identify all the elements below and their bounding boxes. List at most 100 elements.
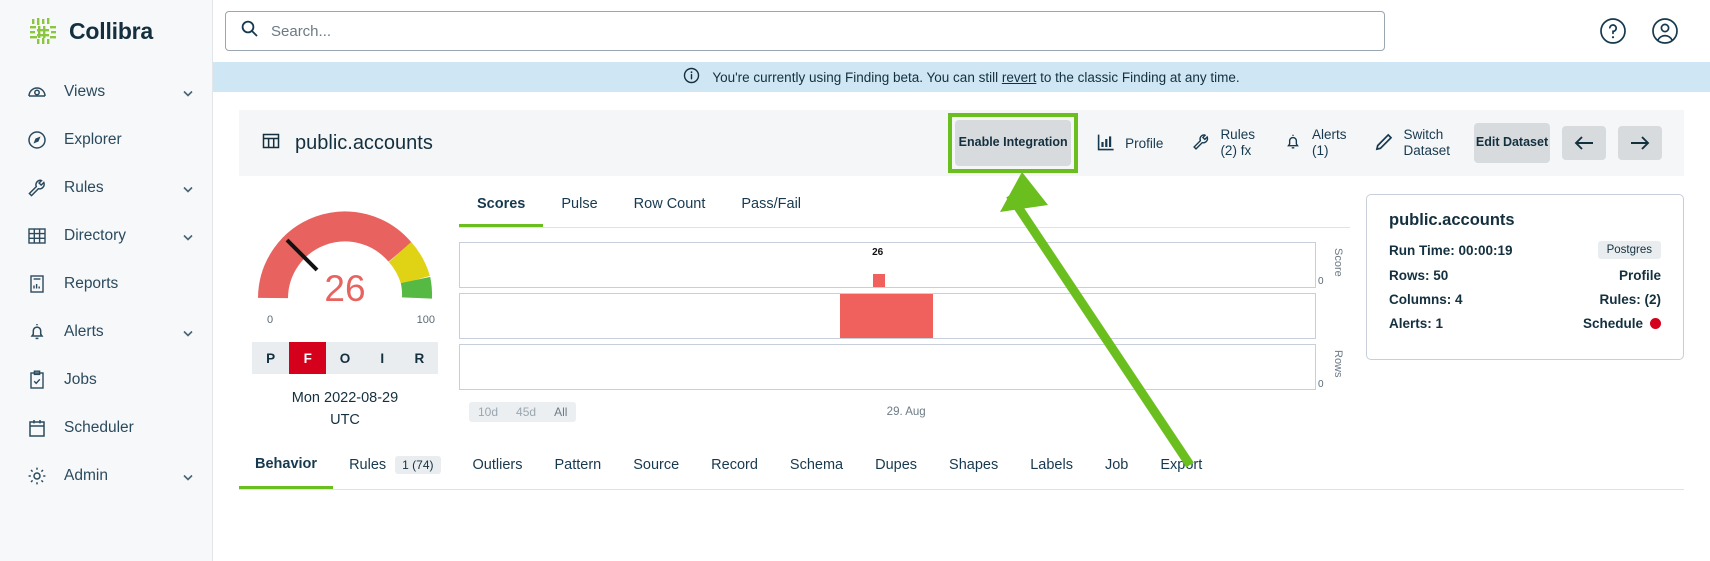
alerts-action[interactable]: Alerts (1) xyxy=(1269,120,1361,166)
info-row: Run Time: 00:00:19 Postgres xyxy=(1389,241,1661,259)
sidebar-item-label: Scheduler xyxy=(64,419,194,437)
gear-icon xyxy=(26,465,48,487)
rules-action[interactable]: Rules (2) fx xyxy=(1177,120,1269,166)
arrow-right-icon xyxy=(1629,134,1651,152)
enable-integration-highlight: Enable Integration xyxy=(948,113,1078,173)
sidebar-item-jobs[interactable]: Jobs xyxy=(0,356,212,404)
tab-behavior[interactable]: Behavior xyxy=(239,448,333,489)
score-gauge: 26 0 100 xyxy=(257,202,433,306)
chart-panel-middle[interactable] xyxy=(459,293,1316,339)
switch-dataset-text: Switch Dataset xyxy=(1403,127,1450,160)
tab-row-count[interactable]: Row Count xyxy=(616,188,724,227)
chart-panel-score[interactable]: 26 xyxy=(459,242,1316,288)
sidebar-item-scheduler[interactable]: Scheduler xyxy=(0,404,212,452)
grade-i[interactable]: I xyxy=(364,342,401,374)
tab-rules[interactable]: Rules1 (74) xyxy=(333,448,456,488)
banner-text-before: You're currently using Finding beta. You… xyxy=(712,70,1002,85)
dataset-actions: Enable Integration Profile xyxy=(948,113,1662,173)
sidebar-item-explorer[interactable]: Explorer xyxy=(0,116,212,164)
schedule-link[interactable]: Schedule xyxy=(1583,316,1661,331)
sidebar-nav: Views Explorer Rule xyxy=(0,62,212,500)
chart-axis-labels: 0 Score 0 Rows xyxy=(1316,242,1350,395)
range-all[interactable]: All xyxy=(545,402,576,422)
edit-dataset-button[interactable]: Edit Dataset xyxy=(1474,123,1550,163)
tab-shapes-label: Shapes xyxy=(949,457,998,473)
brand[interactable]: Collibra xyxy=(0,0,212,62)
sidebar-item-directory[interactable]: Directory xyxy=(0,212,212,260)
sidebar-item-rules[interactable]: Rules xyxy=(0,164,212,212)
sidebar: Collibra Views xyxy=(0,0,213,561)
grade-f[interactable]: F xyxy=(289,342,326,374)
calendar-icon xyxy=(26,417,48,439)
tab-pulse[interactable]: Pulse xyxy=(543,188,615,227)
tab-export-label: Export xyxy=(1160,457,1202,473)
nav-back-button[interactable] xyxy=(1562,126,1606,160)
alerts-value: Alerts: 1 xyxy=(1389,316,1443,331)
grade-r[interactable]: R xyxy=(401,342,438,374)
profile-link[interactable]: Profile xyxy=(1619,268,1661,283)
top-bar: Search... xyxy=(213,0,1710,62)
sidebar-item-label: Reports xyxy=(64,275,194,293)
bar-chart-icon xyxy=(1096,132,1116,155)
schedule-link-label: Schedule xyxy=(1583,316,1643,331)
sidebar-item-reports[interactable]: Reports xyxy=(0,260,212,308)
switch-dataset-sub: Dataset xyxy=(1403,143,1450,159)
chevron-down-icon xyxy=(182,470,194,482)
tab-job-label: Job xyxy=(1105,457,1128,473)
chevron-down-icon xyxy=(182,86,194,98)
sidebar-item-label: Views xyxy=(64,83,166,101)
wrench-icon xyxy=(1191,132,1211,155)
bell-icon xyxy=(26,321,48,343)
chevron-down-icon xyxy=(182,182,194,194)
profile-action-label: Profile xyxy=(1125,136,1163,151)
tab-record[interactable]: Record xyxy=(695,449,774,487)
x-axis-label: 29. Aug xyxy=(887,406,926,418)
switch-dataset-action[interactable]: Switch Dataset xyxy=(1360,120,1464,166)
grade-p[interactable]: P xyxy=(252,342,289,374)
sidebar-item-label: Directory xyxy=(64,227,166,245)
tab-shapes[interactable]: Shapes xyxy=(933,449,1014,487)
sidebar-item-views[interactable]: Views xyxy=(0,68,212,116)
sidebar-item-alerts[interactable]: Alerts xyxy=(0,308,212,356)
tab-job[interactable]: Job xyxy=(1089,449,1144,487)
tab-pass-fail[interactable]: Pass/Fail xyxy=(723,188,819,227)
report-document-icon xyxy=(26,273,48,295)
tab-dupes-label: Dupes xyxy=(875,457,917,473)
profile-action[interactable]: Profile xyxy=(1082,120,1177,166)
tab-source[interactable]: Source xyxy=(617,449,695,487)
tab-labels[interactable]: Labels xyxy=(1014,449,1089,487)
tab-dupes[interactable]: Dupes xyxy=(859,449,933,487)
columns-value: Columns: 4 xyxy=(1389,292,1463,307)
tab-outliers[interactable]: Outliers xyxy=(457,449,539,487)
tab-schema[interactable]: Schema xyxy=(774,449,859,487)
rows-axis-zero: 0 xyxy=(1318,379,1324,390)
chart-panel-rows[interactable] xyxy=(459,344,1316,390)
revert-link[interactable]: revert xyxy=(1002,70,1037,85)
user-circle-icon[interactable] xyxy=(1650,16,1680,46)
nav-forward-button[interactable] xyxy=(1618,126,1662,160)
tab-scores[interactable]: Scores xyxy=(459,188,543,227)
bar-middle xyxy=(840,294,933,338)
chart-tabs: Scores Pulse Row Count Pass/Fail xyxy=(459,188,1350,228)
help-circle-icon[interactable] xyxy=(1598,16,1628,46)
chart-panels: 26 xyxy=(459,242,1316,395)
sidebar-item-admin[interactable]: Admin xyxy=(0,452,212,500)
clipboard-check-icon xyxy=(26,369,48,391)
content-body: 26 0 100 P F O I R Mon 2022-08-29 UTC xyxy=(213,176,1710,432)
grade-o[interactable]: O xyxy=(326,342,363,374)
search-input[interactable]: Search... xyxy=(225,11,1385,51)
enable-integration-button[interactable]: Enable Integration xyxy=(955,120,1071,166)
tab-pattern[interactable]: Pattern xyxy=(538,449,617,487)
table-icon xyxy=(261,131,281,156)
range-10d[interactable]: 10d xyxy=(469,402,507,422)
tab-behavior-label: Behavior xyxy=(255,456,317,472)
tab-record-label: Record xyxy=(711,457,758,473)
collibra-logo-icon xyxy=(28,16,58,46)
beta-banner-text: You're currently using Finding beta. You… xyxy=(712,70,1239,85)
tab-export[interactable]: Export xyxy=(1144,449,1218,487)
rows-axis-label: Rows xyxy=(1332,350,1344,378)
range-45d[interactable]: 45d xyxy=(507,402,545,422)
rules-link[interactable]: Rules: (2) xyxy=(1599,292,1661,307)
run-date-line2: UTC xyxy=(239,410,451,432)
sidebar-item-label: Explorer xyxy=(64,131,194,149)
